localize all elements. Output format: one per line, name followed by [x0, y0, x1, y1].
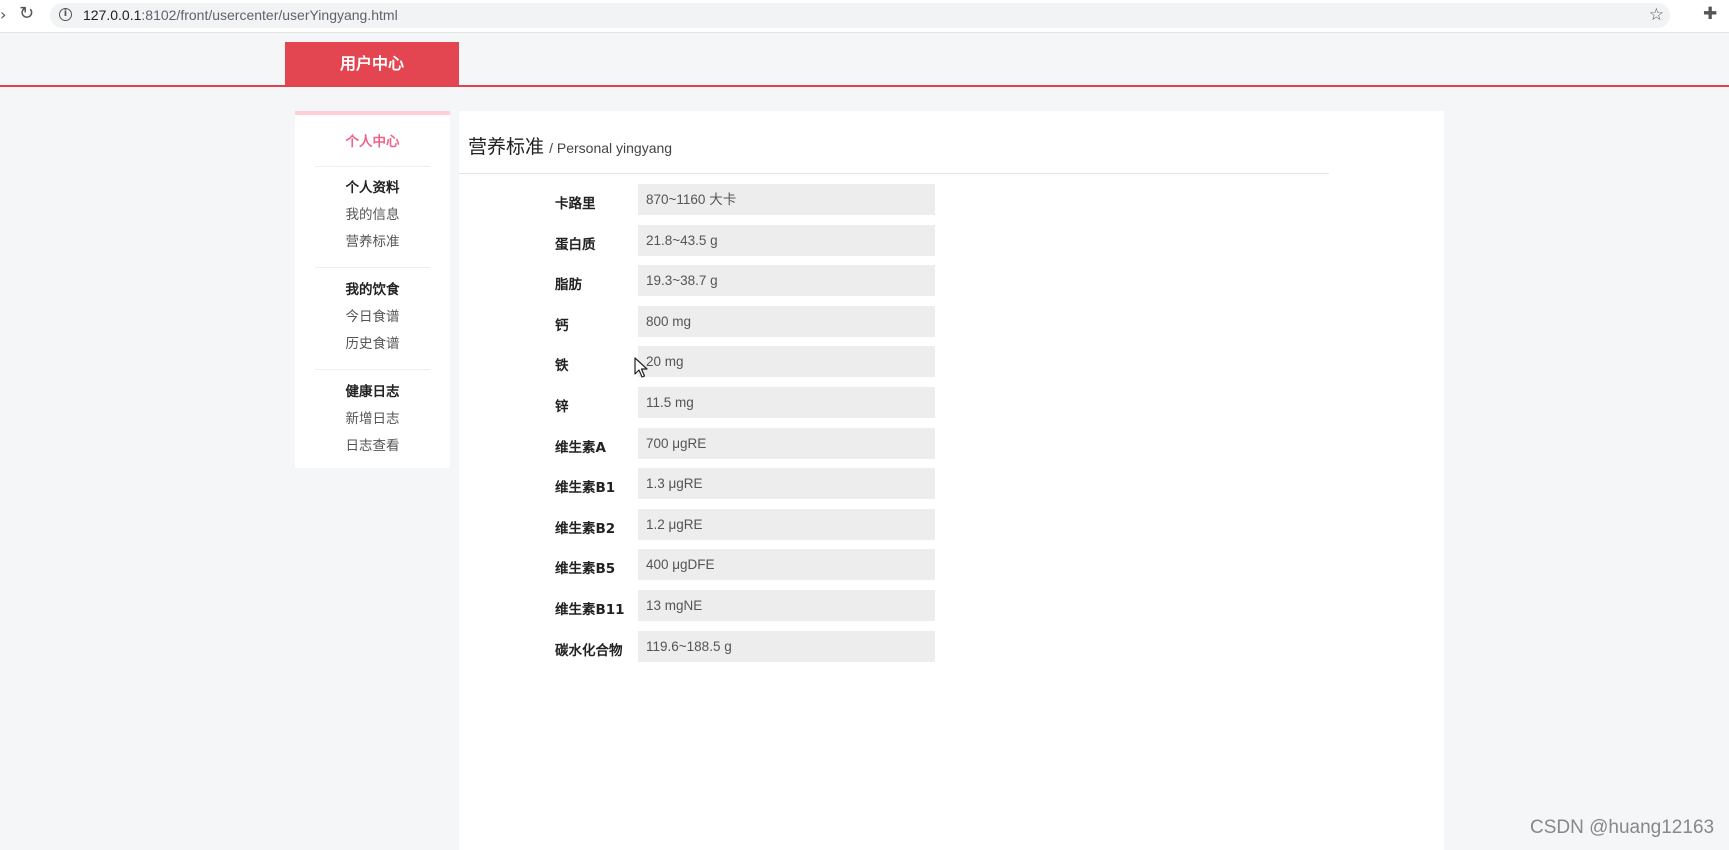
nutrition-value-field[interactable]: 400 μgDFE [638, 549, 935, 581]
nutrition-value-field[interactable]: 1.2 μgRE [638, 508, 935, 540]
page-subtitle: / Personal yingyang [549, 140, 673, 156]
main-panel: 营养标准 / Personal yingyang 卡路里 870~1160 大卡… [459, 111, 1444, 850]
nutrition-value-field[interactable]: 19.3~38.7 g [638, 265, 935, 297]
sidebar-item-personal-center[interactable]: 个人中心 [295, 133, 450, 151]
info-icon[interactable]: i [59, 8, 72, 21]
nutrition-label: 钙 [555, 317, 569, 334]
nutrition-label: 维生素A [555, 439, 606, 456]
sidebar-divider [315, 166, 430, 167]
nutrition-value-field[interactable]: 870~1160 大卡 [638, 184, 935, 215]
sidebar: 个人中心 个人资料 我的信息 营养标准 我的饮食 今日食谱 历史食谱 健康日志 … [295, 111, 450, 468]
nutrition-label: 卡路里 [555, 196, 596, 212]
nutrition-value-field[interactable]: 800 mg [638, 305, 935, 337]
sidebar-item-view-log[interactable]: 日志查看 [295, 437, 450, 455]
sidebar-divider [315, 267, 430, 268]
nutrition-label: 铁 [555, 358, 569, 375]
sidebar-group-profile: 个人资料 [345, 180, 400, 196]
nutrition-label: 维生素B1 [555, 480, 616, 497]
sidebar-item-today-recipe[interactable]: 今日食谱 [295, 308, 450, 326]
user-center-tab[interactable]: 用户中心 [285, 42, 459, 86]
bookmark-star-icon[interactable]: ☆ [1649, 5, 1664, 25]
reload-icon[interactable]: ↻ [19, 3, 34, 24]
sidebar-group-diet: 我的饮食 [345, 282, 400, 298]
nutrition-value-field[interactable]: 11.5 mg [638, 387, 935, 418]
nutrition-label: 碳水化合物 [555, 642, 623, 659]
url-host: 127.0.0.1 [83, 7, 142, 23]
mouse-cursor-icon [634, 357, 648, 378]
nutrition-value-field[interactable]: 13 mgNE [638, 590, 935, 621]
address-bar[interactable]: i 127.0.0.1:8102/front/usercenter/userYi… [50, 3, 1670, 28]
nutrition-label: 蛋白质 [555, 236, 596, 253]
nutrition-label: 维生素B2 [555, 520, 616, 537]
nutrition-value-field[interactable]: 21.8~43.5 g [638, 224, 935, 256]
nutrition-label: 维生素B11 [555, 602, 625, 618]
title-divider [459, 173, 1329, 174]
sidebar-item-add-log[interactable]: 新增日志 [295, 410, 450, 428]
nutrition-value-field[interactable]: 700 μgRE [638, 427, 935, 459]
nutrition-label: 脂肪 [555, 277, 582, 294]
browser-toolbar: › ↻ i 127.0.0.1:8102/front/usercenter/us… [0, 0, 1729, 33]
url-text[interactable]: 127.0.0.1:8102/front/usercenter/userYing… [83, 7, 398, 23]
extensions-puzzle-icon[interactable]: ✚ [1703, 4, 1717, 24]
sidebar-item-history-recipe[interactable]: 历史食谱 [295, 335, 450, 353]
forward-arrow-icon[interactable]: › [0, 5, 6, 24]
url-path: :8102/front/usercenter/userYingyang.html [141, 7, 398, 23]
page-title-text: 营养标准 [468, 136, 545, 158]
watermark: CSDN @huang12163 [1530, 817, 1715, 838]
sidebar-item-nutrition-standard[interactable]: 营养标准 [295, 233, 450, 251]
nutrition-label: 锌 [555, 399, 569, 415]
header-divider [0, 85, 1729, 87]
sidebar-group-health-log: 健康日志 [345, 384, 400, 400]
sidebar-divider [315, 369, 430, 370]
nutrition-label: 维生素B5 [555, 561, 616, 578]
page-title: 营养标准 / Personal yingyang [468, 132, 672, 159]
nutrition-value-field[interactable]: 1.3 μgRE [638, 468, 935, 500]
nutrition-value-field[interactable]: 20 mg [638, 346, 935, 378]
nutrition-value-field[interactable]: 119.6~188.5 g [638, 630, 935, 662]
sidebar-item-my-info[interactable]: 我的信息 [295, 206, 450, 224]
